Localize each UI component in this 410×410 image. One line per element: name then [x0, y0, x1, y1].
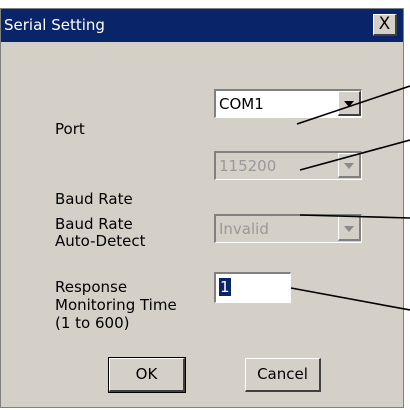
response-callout-line: [290, 287, 410, 311]
callout-lines: [290, 85, 410, 311]
baud-rate-callout-line: [299, 139, 410, 171]
port-callout-line: [296, 85, 410, 125]
auto-detect-callout-line: [299, 214, 410, 219]
